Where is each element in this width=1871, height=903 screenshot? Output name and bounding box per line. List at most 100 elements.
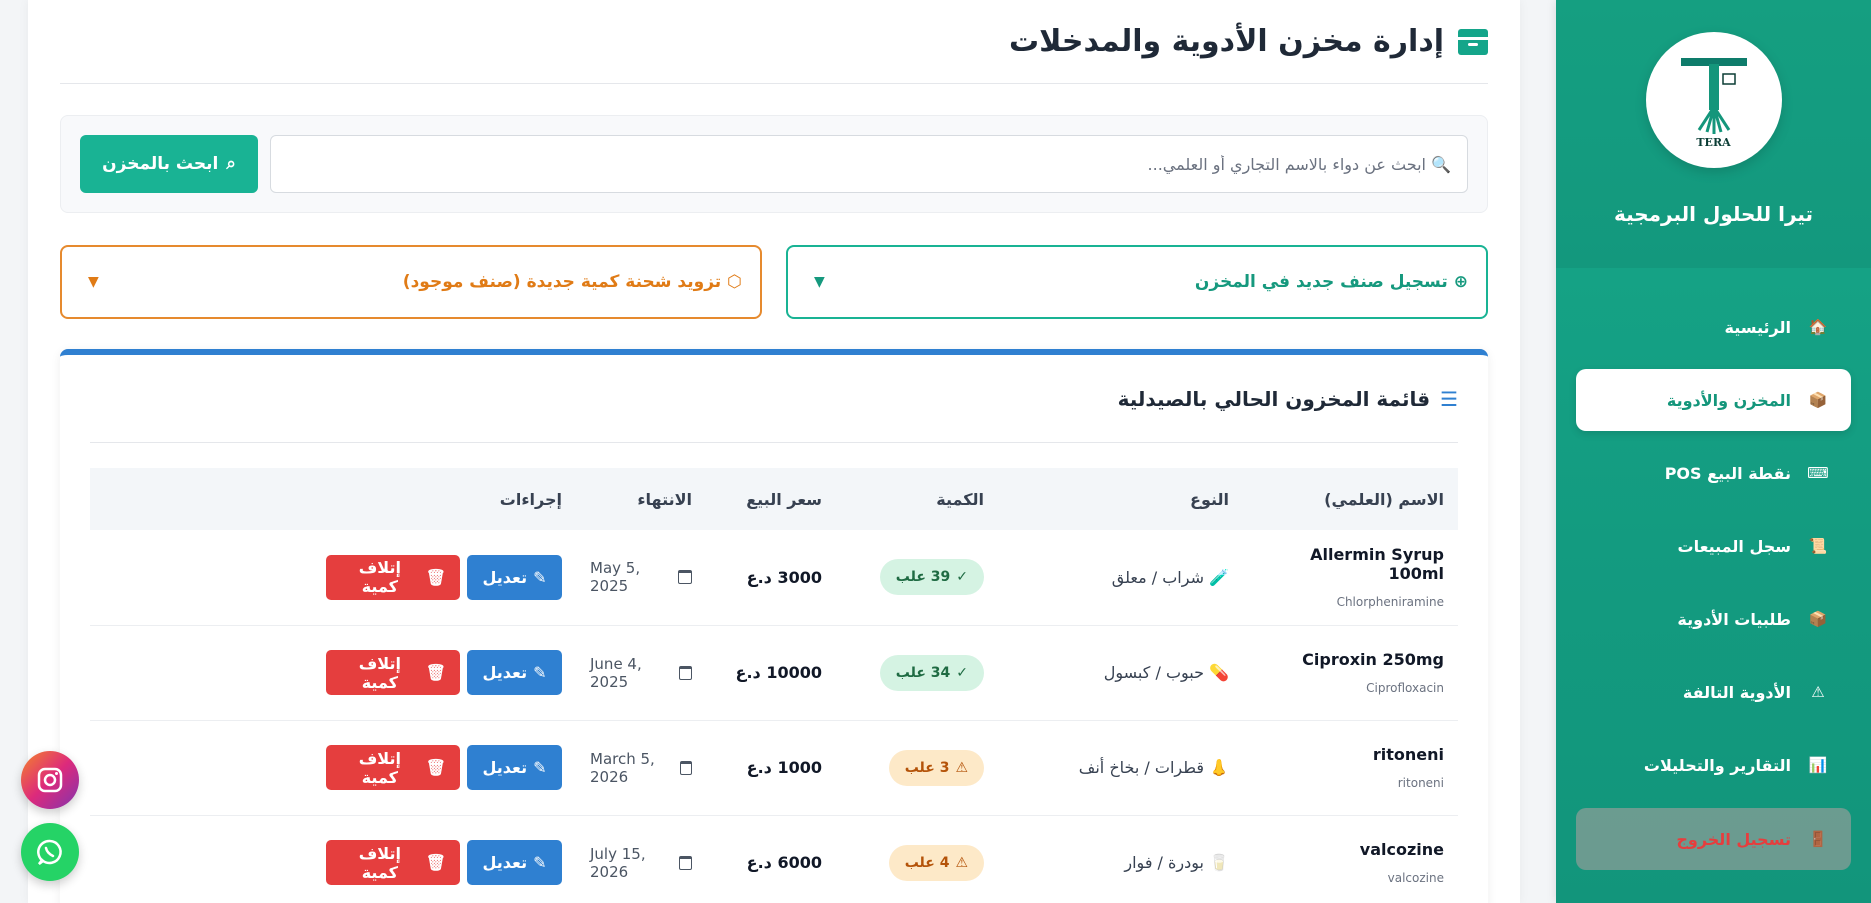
table-row: valcozine valcozine 🥛 بودرة / فوار ⚠ 4 علب 60… (90, 815, 1458, 903)
price-cell: 3000 د.ع (706, 530, 836, 625)
quantity-value: 3 علب (904, 759, 950, 776)
logout-button[interactable]: 🚪 تسجيل الخروج (1576, 808, 1851, 870)
page-header: إدارة مخزن الأدوية والمدخلات (60, 0, 1490, 84)
expiry-cell: June 4, 2025 (576, 625, 706, 720)
quantity-value: 4 علب (904, 854, 950, 871)
check-icon: ✓ (956, 569, 968, 586)
type-cell: 💊 حبوب / كبسول (998, 625, 1243, 720)
whatsapp-button[interactable] (21, 823, 79, 881)
edit-label: تعديل (482, 663, 528, 682)
actions-cell: ✎ تعديل 🗑 إتلاف كمية (90, 530, 576, 625)
inventory-card: ☰ قائمة المخزون الحالي بالصيدلية الاسم (… (60, 349, 1488, 903)
actions-cell: ✎ تعديل 🗑 إتلاف كمية (90, 720, 576, 815)
sidebar-item-3[interactable]: 📜 سجل المبيعات (1576, 515, 1851, 577)
edit-icon: ✎ (533, 853, 547, 872)
price-cell: 6000 د.ع (706, 815, 836, 903)
quantity-cell: ✓ 39 علب (836, 530, 998, 625)
edit-label: تعديل (482, 758, 528, 777)
warning-icon: ⚠ (1811, 683, 1825, 701)
destroy-quantity-button[interactable]: 🗑 إتلاف كمية (326, 554, 460, 600)
destroy-label: إتلاف كمية (358, 748, 401, 787)
type-cell: 🧪 شراب / معلق (998, 530, 1243, 625)
expiry-cell: March 5, 2026 (576, 720, 706, 815)
col-actions: إجراءات (499, 489, 562, 509)
edit-label: تعديل (482, 853, 528, 872)
price-value: 10000 د.ع (735, 663, 822, 682)
sidebar-item-5[interactable]: ⚠ الأدوية التالفة (1576, 661, 1851, 723)
sidebar-item-label: التقارير والتحليلات (1643, 755, 1791, 775)
sidebar-item-label: المخزن والأدوية (1666, 390, 1791, 410)
col-quantity: الكمية (936, 489, 984, 509)
type-icon: 💊 (1209, 663, 1229, 682)
quantity-cell: ⚠ 4 علب (836, 815, 998, 903)
drug-name: ritoneni (1372, 745, 1444, 764)
quantity-badge: ✓ 39 علب (879, 559, 984, 596)
trash-icon: 🗑 (425, 853, 446, 872)
drug-scientific-name: Ciprofloxacin (1366, 681, 1444, 695)
search-button[interactable]: ⌕ ابحث بالمخزن (80, 135, 258, 193)
accordion-group: ⊕ تسجيل صنف جديد في المخزن ▼ ⬡ تزويد شحن… (60, 245, 1488, 319)
sidebar-item-0[interactable]: 🏠 الرئيسية (1576, 296, 1851, 358)
drug-scientific-name: ritoneni (1397, 776, 1444, 790)
destroy-label: إتلاف كمية (358, 843, 401, 882)
tera-logo-icon (1680, 57, 1747, 134)
quantity-cell: ✓ 34 علب (836, 625, 998, 720)
name-cell: ritoneni ritoneni (1243, 720, 1458, 815)
list-icon: ☰ (1440, 386, 1458, 411)
restock-accordion[interactable]: ⬡ تزويد شحنة كمية جديدة (صنف موجود) ▼ (60, 245, 762, 319)
table-header-row: الاسم (العلمي) النوع الكمية سعر البيع ال… (90, 468, 1458, 530)
search-panel: ⌕ ابحث بالمخزن (60, 115, 1488, 213)
destroy-quantity-button[interactable]: 🗑 إتلاف كمية (326, 745, 460, 790)
expiry-date: June 4, 2025 (590, 654, 642, 691)
col-price: سعر البيع (746, 489, 822, 509)
edit-button[interactable]: ✎ تعديل (467, 840, 562, 885)
name-cell: Ciproxin 250mg Ciprofloxacin (1243, 625, 1458, 720)
trash-icon: 🗑 (425, 567, 446, 587)
calendar-icon (679, 760, 692, 775)
drug-scientific-name: valcozine (1387, 871, 1444, 885)
edit-button[interactable]: ✎ تعديل (467, 554, 562, 600)
sidebar-item-1[interactable]: 📦 المخزن والأدوية (1576, 369, 1851, 431)
sidebar-item-label: الرئيسية (1724, 317, 1792, 337)
archive-icon (1456, 28, 1490, 55)
search-button-label: ابحث بالمخزن (102, 154, 219, 174)
quantity-badge: ✓ 34 علب (879, 654, 984, 691)
trash-icon: 🗑 (425, 758, 446, 777)
edit-button[interactable]: ✎ تعديل (467, 745, 562, 790)
expiry-date: July 15, 2026 (590, 844, 646, 881)
sidebar-item-4[interactable]: 📦 طلبيات الأدوية (1576, 588, 1851, 650)
sidebar-item-2[interactable]: ⌨ نقطة البيع POS (1576, 442, 1851, 504)
edit-icon: ✎ (533, 663, 547, 682)
table-row: Ciproxin 250mg Ciprofloxacin 💊 حبوب / كبسو… (90, 625, 1458, 720)
type-cell: 🥛 بودرة / فوار (998, 815, 1243, 903)
caret-down-icon: ▼ (814, 274, 825, 290)
search-icon: ⌕ (226, 154, 236, 174)
instagram-button[interactable] (21, 751, 79, 809)
sidebar-item-label: نقطة البيع POS (1664, 463, 1791, 483)
price-cell: 10000 د.ع (706, 625, 836, 720)
search-input[interactable] (270, 135, 1468, 193)
chart-icon: 📊 (1808, 756, 1828, 774)
edit-button[interactable]: ✎ تعديل (467, 650, 562, 695)
destroy-quantity-button[interactable]: 🗑 إتلاف كمية (326, 840, 460, 885)
name-cell: Allermin Syrup 100ml Chlorpheniramine (1243, 530, 1458, 625)
destroy-quantity-button[interactable]: 🗑 إتلاف كمية (326, 650, 460, 695)
tera-logo: TERA (1645, 32, 1782, 168)
sidebar-item-label: سجل المبيعات (1677, 536, 1791, 556)
actions-cell: ✎ تعديل 🗑 إتلاف كمية (90, 815, 576, 903)
destroy-label: إتلاف كمية (358, 653, 401, 692)
drug-name: valcozine (1359, 840, 1444, 859)
inventory-title: قائمة المخزون الحالي بالصيدلية (1117, 386, 1431, 411)
box-outline-icon: ⬡ (727, 272, 742, 292)
type-icon: 🥛 (1209, 853, 1229, 872)
expiry-date: March 5, 2026 (590, 749, 655, 786)
sidebar: TERA تيرا للحلول البرمجية 🏠 الرئيسية 📦 المخ… (1556, 0, 1871, 903)
logo-text: TERA (1696, 135, 1731, 149)
sidebar-nav: 🏠 الرئيسية 📦 المخزن والأدوية ⌨ نقطة البيع POS… (1556, 268, 1871, 870)
new-item-accordion[interactable]: ⊕ تسجيل صنف جديد في المخزن ▼ (786, 245, 1488, 319)
sidebar-item-6[interactable]: 📊 التقارير والتحليلات (1576, 734, 1851, 796)
restock-accordion-label: تزويد شحنة كمية جديدة (صنف موجود) (402, 272, 722, 292)
logout-label: تسجيل الخروج (1676, 829, 1791, 849)
plus-circle-icon: ⊕ (1453, 272, 1468, 292)
expiry-date: May 5, 2025 (590, 559, 641, 596)
